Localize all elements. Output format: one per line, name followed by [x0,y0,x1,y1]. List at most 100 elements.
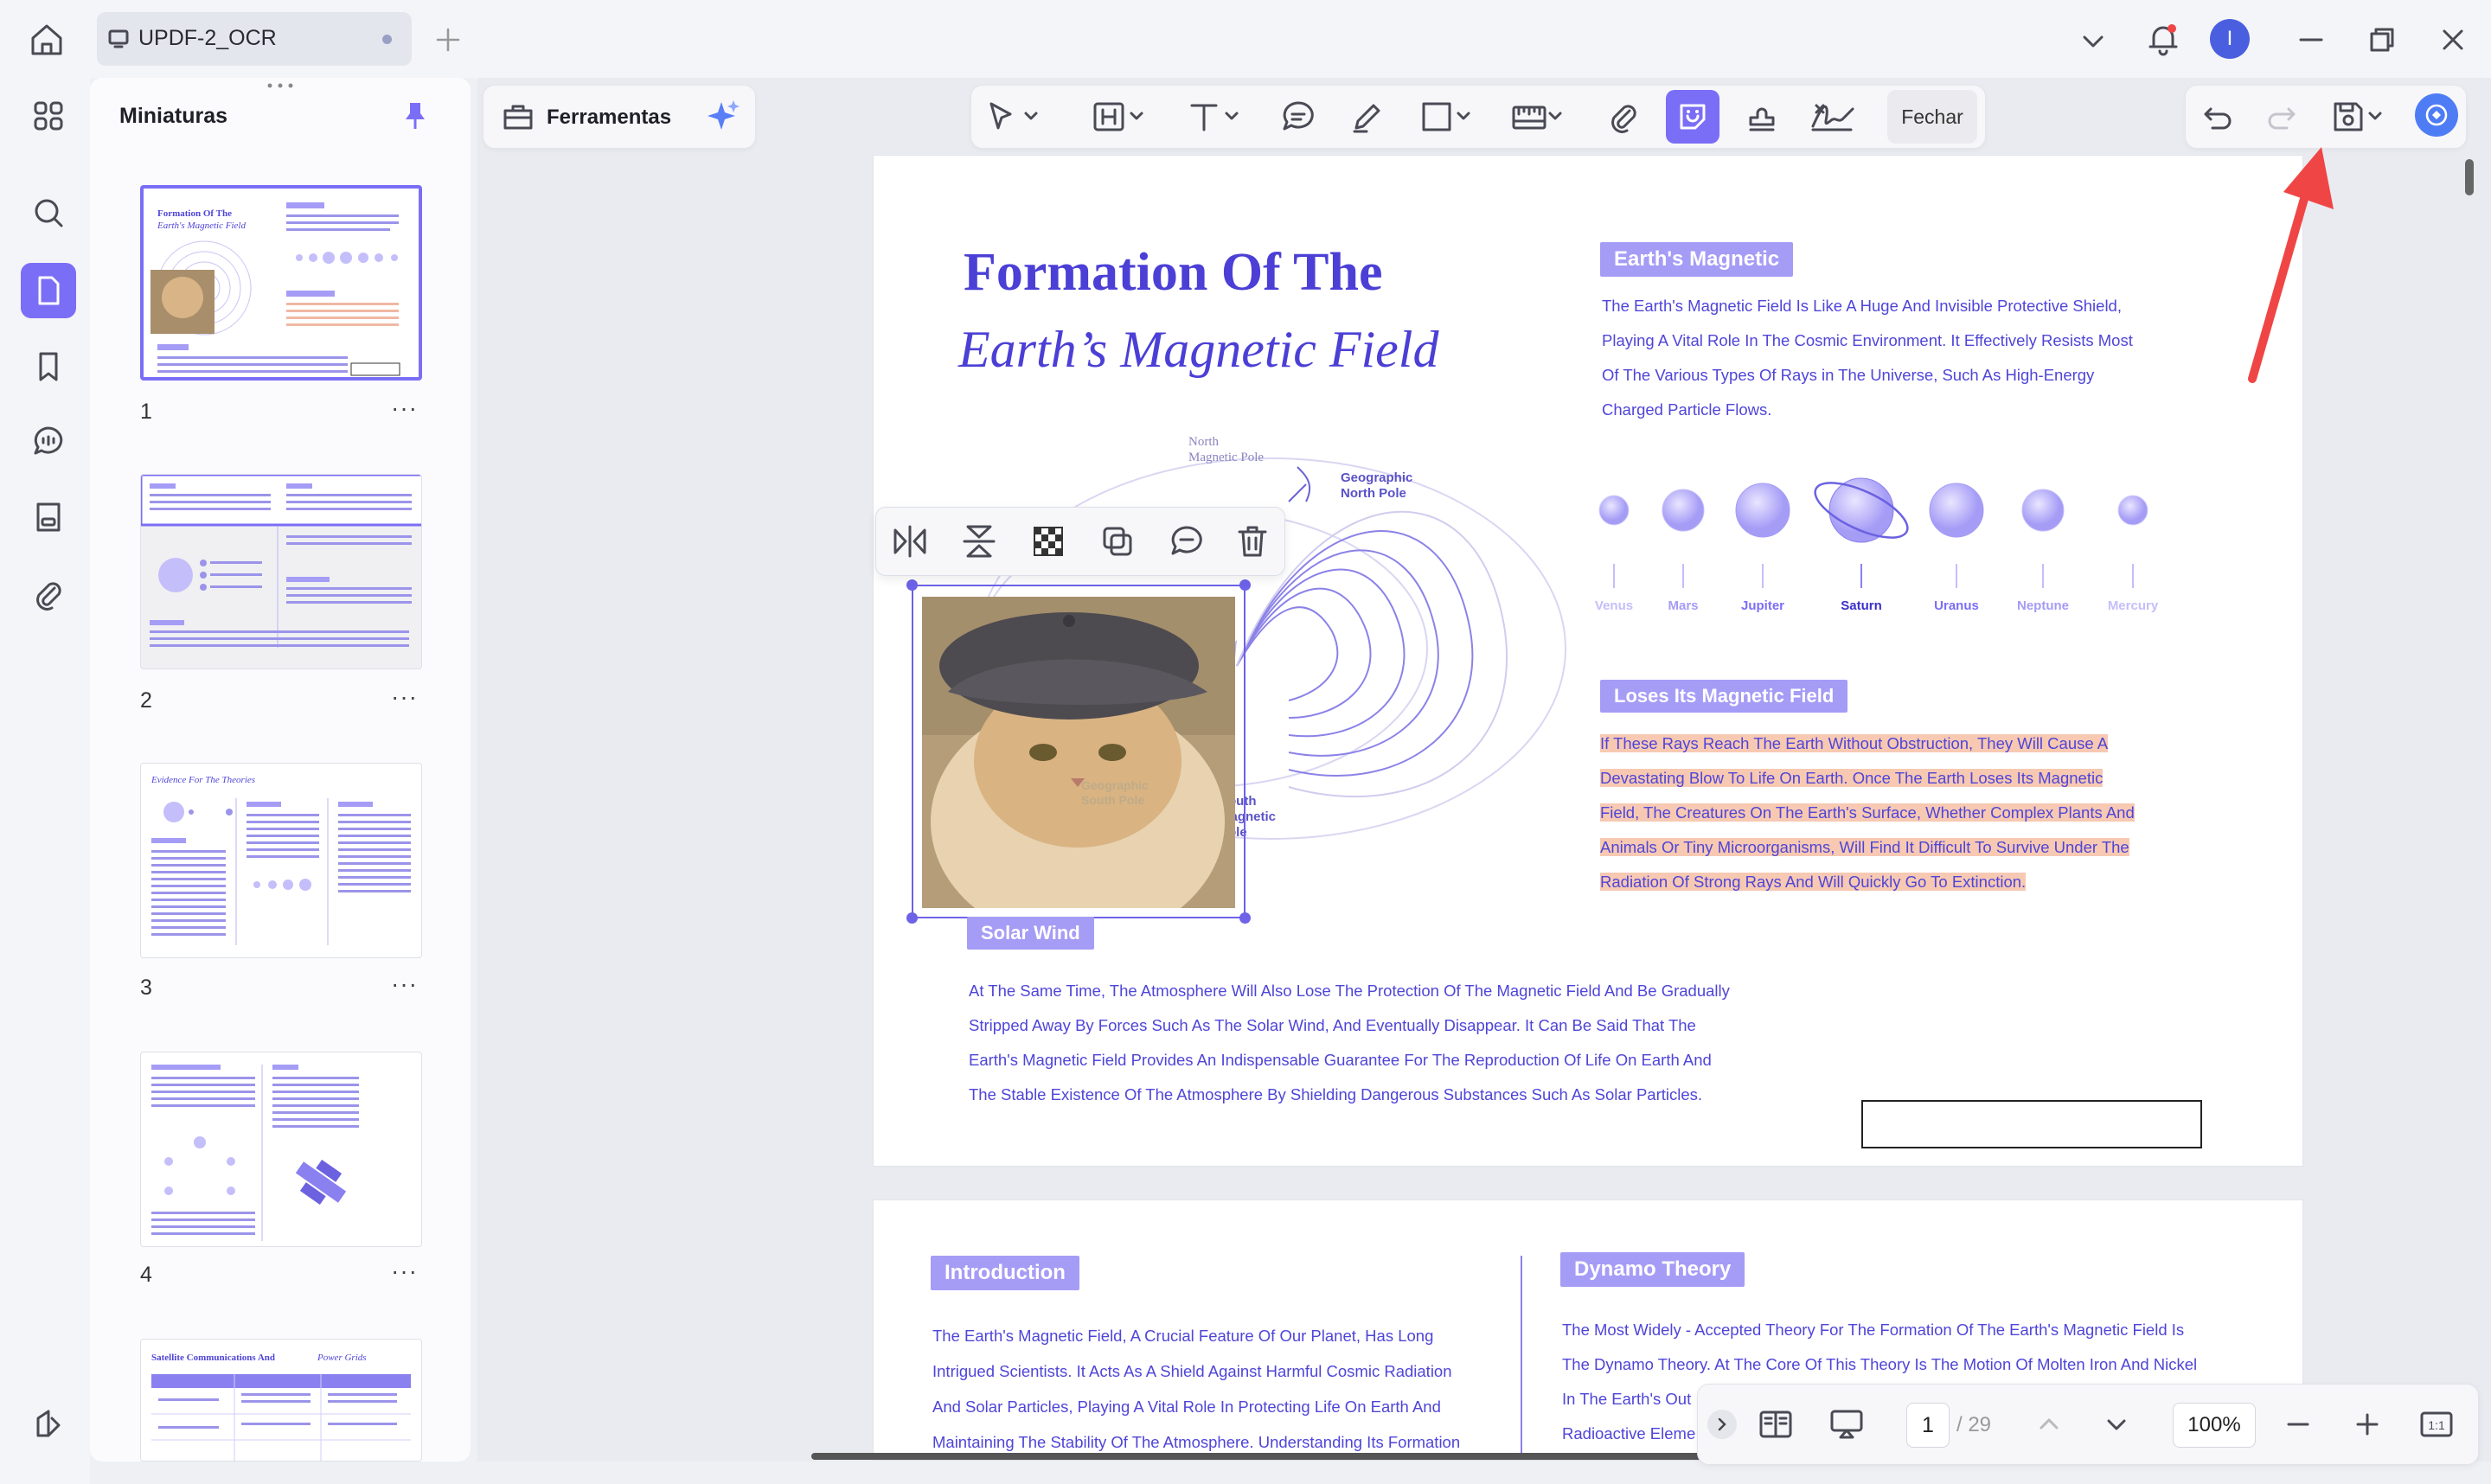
resize-handle-bottom-left[interactable] [906,912,918,924]
save-icon[interactable] [2330,99,2385,135]
shape-tool-icon[interactable] [1418,99,1474,135]
zoom-level-input[interactable]: 100% [2173,1403,2256,1448]
thumbnail-more-button[interactable]: ··· [391,970,418,998]
sticker-tool-button[interactable] [1666,90,1719,144]
close-tool-button[interactable]: Fechar [1887,90,1977,144]
column-divider [1521,1256,1522,1460]
solar-wind-heading: Solar Wind [967,917,1094,950]
planet-label-mars: Mars [1668,598,1699,613]
ai-sparkle-icon[interactable] [702,97,742,137]
solar-wind-text: At The Same Time, The Atmosphere Will Al… [969,982,1730,1103]
forms-icon[interactable] [21,489,76,545]
resize-handle-top-right[interactable] [1239,579,1251,591]
pin-icon[interactable] [398,99,432,133]
planet-label-saturn: Saturn [1841,598,1882,613]
empty-form-field[interactable] [1861,1100,2202,1148]
earths-magnetic-heading: Earth's Magnetic [1600,242,1794,277]
thumbnails-icon[interactable] [21,263,76,318]
image-comment-icon[interactable] [1161,515,1213,567]
document-tab-label: UPDF-2_OCR [138,26,277,50]
zoom-in-icon[interactable] [2351,1408,2384,1441]
svg-text:Power Grids: Power Grids [317,1353,367,1363]
ai-assistant-icon[interactable] [2415,93,2458,137]
text-tool-icon[interactable] [1187,99,1242,135]
previous-page-icon[interactable] [2033,1408,2065,1441]
minimize-icon[interactable] [2294,22,2328,57]
flip-vertical-icon[interactable] [953,515,1005,567]
thumbnail-page-number: 3 [140,975,152,1000]
home-icon[interactable] [26,19,67,61]
heading-tool-icon[interactable] [1092,99,1147,135]
image-edit-toolbar [875,507,1285,576]
measure-tool-icon[interactable] [1510,99,1566,135]
introduction-heading: Introduction [931,1256,1079,1290]
page-thumbnail-5[interactable]: Satellite Communications And Power Grids [140,1339,422,1462]
earths-magnetic-text: The Earth's Magnetic Field Is Like A Hug… [1602,297,2133,419]
close-window-icon[interactable] [2436,22,2470,57]
planet-label-uranus: Uranus [1934,598,1979,613]
transparency-icon[interactable] [1022,515,1074,567]
signature-tool-icon[interactable] [1809,99,1856,135]
vertical-scrollbar[interactable] [2465,159,2474,195]
attachment-icon[interactable] [21,566,76,621]
new-tab-icon[interactable] [432,24,464,55]
thumbnail-more-button[interactable]: ··· [391,1257,418,1285]
panel-drag-handle-icon[interactable] [265,81,296,90]
thumbnail-page-number: 1 [140,400,152,424]
dynamo-theory-heading: Dynamo Theory [1560,1252,1745,1287]
cat-image[interactable] [922,597,1235,908]
next-page-icon[interactable] [2100,1408,2133,1441]
collapse-nav-icon[interactable] [1707,1410,1737,1439]
planet-label-jupiter: Jupiter [1740,598,1784,613]
page-layout-icon[interactable] [1758,1406,1794,1442]
svg-text:Formation Of The: Formation Of The [157,208,232,219]
comments-icon[interactable] [21,413,76,469]
page-thumbnail-1[interactable]: Formation Of The Earth's Magnetic Field [140,185,422,381]
theme-icon[interactable] [21,1396,76,1451]
planet-label-venus: Venus [1594,598,1634,613]
page-thumbnail-2[interactable] [140,474,422,669]
svg-text:Evidence For The Theories: Evidence For The Theories [150,775,255,785]
thumbnail-more-button[interactable]: ··· [391,683,418,711]
actual-size-icon[interactable]: 1:1 [2418,1406,2455,1442]
resize-handle-top-left[interactable] [906,579,918,591]
undo-icon[interactable] [2200,99,2237,135]
tools-label: Ferramentas [547,106,672,129]
stamp-tool-icon[interactable] [1744,99,1780,135]
toolbox-icon [500,99,536,135]
page-title-line-2: Earth’s Magnetic Field [958,321,1439,378]
thumbnail-more-button[interactable]: ··· [391,394,418,422]
planet-label-neptune: Neptune [2017,598,2069,613]
search-icon[interactable] [21,185,76,240]
thumbnail-page-number: 2 [140,688,152,713]
bell-icon[interactable] [2143,19,2183,59]
resize-handle-bottom-right[interactable] [1239,912,1251,924]
svg-text:Earth's Magnetic Field: Earth's Magnetic Field [157,221,246,231]
attach-tool-icon[interactable] [1605,99,1642,135]
user-avatar[interactable]: I [2210,19,2250,59]
redo-icon[interactable] [2263,99,2299,135]
page-thumbnail-4[interactable] [140,1052,422,1247]
delete-icon[interactable] [1226,515,1278,567]
restore-icon[interactable] [2365,22,2399,57]
pen-tool-icon[interactable] [1349,99,1386,135]
loses-magnetic-field-text: If These Rays Reach The Earth Without Ob… [1600,734,2135,891]
current-page-input[interactable]: 1 [1906,1403,1950,1448]
svg-text:1:1: 1:1 [2428,1418,2445,1432]
comment-tool-icon[interactable] [1280,99,1316,135]
apps-icon[interactable] [21,88,76,144]
sticker-icon [1680,104,1706,130]
duplicate-icon[interactable] [1092,515,1143,567]
select-tool-icon[interactable] [986,99,1041,135]
presentation-icon[interactable] [1828,1406,1865,1442]
total-pages: / 29 [1956,1413,1992,1436]
planet-label-mercury: Mercury [2107,598,2159,613]
red-arrow-annotation [2248,147,2334,383]
bookmark-icon[interactable] [21,339,76,394]
page-title-line-1: Formation Of The [964,243,1383,302]
page-thumbnail-3[interactable]: Evidence For The Theories [140,763,422,958]
flip-horizontal-icon[interactable] [884,515,936,567]
south-geographic-pole-label: Geographic South Pole [1081,778,1149,807]
zoom-out-icon[interactable] [2282,1408,2315,1441]
chevron-down-icon[interactable] [2076,24,2110,59]
